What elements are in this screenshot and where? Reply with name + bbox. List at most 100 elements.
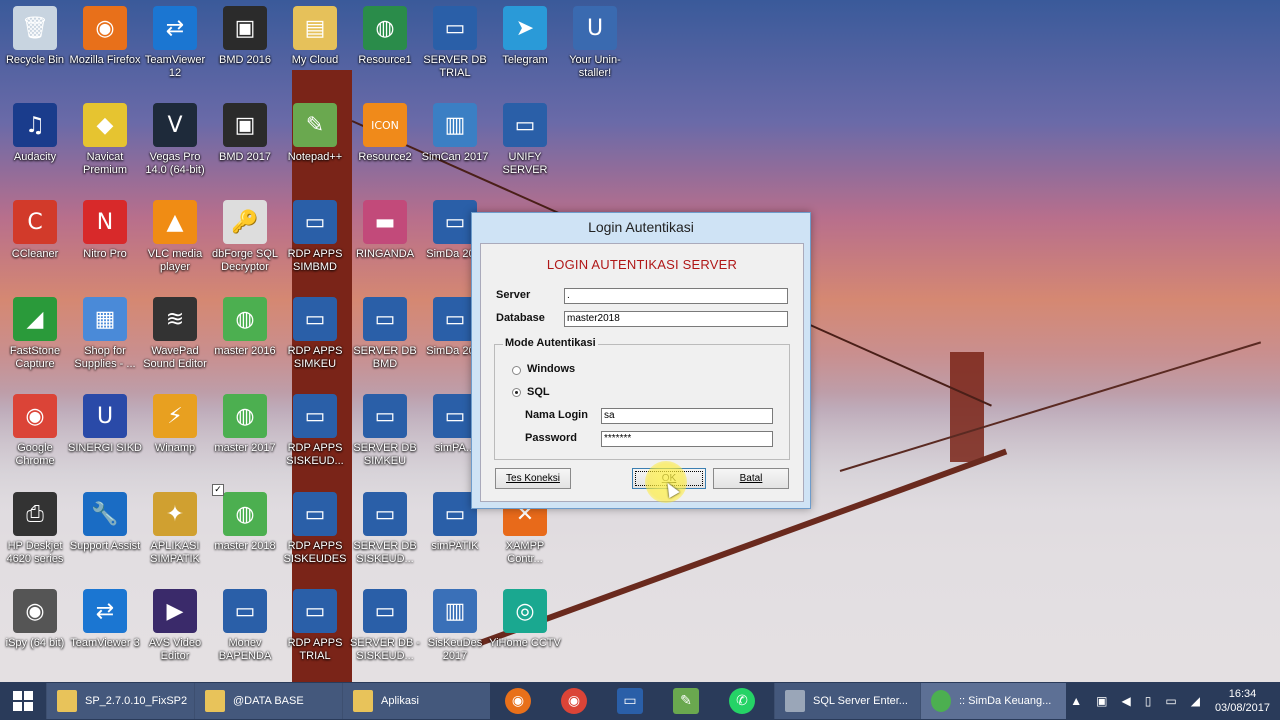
speaker-icon[interactable]: ◀ <box>1122 694 1131 708</box>
desktop-shortcut[interactable]: ▣ BMD 2017 <box>210 97 280 193</box>
desktop-shortcut[interactable]: ⎙ HP Deskjet 4620 series <box>0 486 70 582</box>
printer-icon: ⎙ <box>13 492 57 536</box>
desktop-shortcut[interactable]: C CCleaner <box>0 194 70 290</box>
desktop-shortcut[interactable]: 🔧 Support Assist <box>70 486 140 582</box>
taskbar-pin-whatsapp[interactable]: ✆ <box>714 683 770 719</box>
desktop-shortcut[interactable]: ▭ RDP APPS SIMKEU <box>280 291 350 387</box>
desktop-shortcut[interactable]: ◉ Google Chrome <box>0 388 70 484</box>
desktop-shortcut[interactable]: ◆ Navicat Premium <box>70 97 140 193</box>
taskbar-folder-database[interactable]: @DATA BASE <box>194 683 342 719</box>
folder-icon: ▤ <box>293 6 337 50</box>
desktop-shortcut[interactable]: 🗑 Recycle Bin <box>0 0 70 96</box>
desktop-shortcut-label: RDP APPS TRIAL <box>287 637 343 662</box>
desktop-shortcut[interactable]: ▭ SERVER DB SIMKEU <box>350 388 420 484</box>
desktop-shortcut[interactable]: 🔑 dbForge SQL Decryptor <box>210 194 280 290</box>
taskbar-pin-chrome[interactable]: ◉ <box>546 683 602 719</box>
desktop-shortcut[interactable]: ✦ APLIKASI SIMPATIK <box>140 486 210 582</box>
desktop-shortcut[interactable]: ▭ RDP APPS SISKEUDES <box>280 486 350 582</box>
desktop-shortcut-label: AVS Video Editor <box>148 637 202 662</box>
server-input[interactable]: . <box>564 288 788 304</box>
chevron-up-icon[interactable]: ▲ <box>1070 694 1082 708</box>
desktop-shortcut[interactable]: ▭ SERVER DB BMD <box>350 291 420 387</box>
auth-mode-title: Mode Autentikasi <box>503 337 598 349</box>
ringanda-icon: ▬ <box>363 200 407 244</box>
desktop-shortcut[interactable]: ▭ SERVER DB - SISKEUD... <box>350 583 420 679</box>
taskbar: SP_2.7.0.10_FixSP2 @DATA BASE Aplikasi ◉… <box>0 682 1280 720</box>
dialog-title[interactable]: Login Autentikasi <box>472 213 810 243</box>
taskbar-label: :: SimDa Keuang... <box>959 695 1052 707</box>
taskbar-pin-remote-desktop[interactable]: ▭ <box>602 683 658 719</box>
desktop-shortcut[interactable]: ◍ Resource1 <box>350 0 420 96</box>
taskbar-pin-firefox[interactable]: ◉ <box>490 683 546 719</box>
desktop-shortcut[interactable]: ⚡ Winamp <box>140 388 210 484</box>
globe-icon: ◍ <box>223 492 267 536</box>
desktop-shortcut[interactable]: N Nitro Pro <box>70 194 140 290</box>
winamp-icon: ⚡ <box>153 394 197 438</box>
battery-icon[interactable]: ▯ <box>1145 694 1152 708</box>
taskbar-folder-sp[interactable]: SP_2.7.0.10_FixSP2 <box>46 683 194 719</box>
start-button[interactable] <box>0 682 46 720</box>
taskbar-simda-keuangan[interactable]: :: SimDa Keuang... <box>920 683 1066 719</box>
desktop-shortcut[interactable]: ◍ master 2017 <box>210 388 280 484</box>
desktop-shortcut[interactable]: V Vegas Pro 14.0 (64-bit) <box>140 97 210 193</box>
taskbar-clock[interactable]: 16:34 03/08/2017 <box>1215 687 1270 715</box>
desktop-shortcut[interactable]: ◎ YiHome CCTV <box>489 583 561 679</box>
desktop-shortcut[interactable]: U Your Unin-staller! <box>560 0 630 96</box>
bridge-tower-right <box>950 352 984 462</box>
desktop-shortcut[interactable]: ≋ WavePad Sound Editor <box>140 291 210 387</box>
firefox-icon: ◉ <box>505 688 531 714</box>
desktop-shortcut-label: CCleaner <box>11 248 59 260</box>
desktop-shortcut[interactable]: ⇄ TeamViewer 12 <box>140 0 210 96</box>
desktop-shortcut-label: master 2017 <box>214 442 276 454</box>
desktop-shortcut[interactable]: ◍ ✓ master 2018 <box>210 484 280 582</box>
desktop-shortcut[interactable]: ➤ Telegram <box>490 0 560 96</box>
desktop-shortcut[interactable]: ▥ SisKeuDes 2017 <box>420 583 490 679</box>
desktop-shortcut[interactable]: ▶ AVS Video Editor <box>140 583 210 679</box>
desktop-shortcut[interactable]: ▦ Shop for Supplies - ... <box>70 291 140 387</box>
login-name-input[interactable]: sa <box>601 408 773 424</box>
desktop-shortcut[interactable]: ▭ SERVER DB TRIAL <box>420 0 490 96</box>
desktop-shortcut[interactable]: ▣ BMD 2016 <box>210 0 280 96</box>
sql-radio[interactable] <box>512 388 521 397</box>
desktop-shortcut-label: SisKeuDes 2017 <box>427 637 483 662</box>
desktop-shortcut[interactable]: ▭ RDP APPS TRIAL <box>280 583 350 679</box>
shop-icon: ▦ <box>83 297 127 341</box>
cancel-button[interactable]: Batal <box>713 468 789 489</box>
desktop-shortcut[interactable]: ▭ RDP APPS SISKEUD... <box>280 388 350 484</box>
windows-radio-label[interactable]: Windows <box>527 363 575 375</box>
password-input[interactable]: ******* <box>601 431 773 447</box>
desktop-shortcut[interactable]: ◉ iSpy (64 bit) <box>0 583 70 679</box>
taskbar-folder-aplikasi[interactable]: Aplikasi <box>342 683 490 719</box>
desktop-shortcut[interactable]: ♫ Audacity <box>0 97 70 193</box>
sql-radio-label[interactable]: SQL <box>527 386 550 398</box>
nitro-icon: N <box>83 200 127 244</box>
network-adapter-icon[interactable]: ▣ <box>1096 694 1107 708</box>
desktop-shortcut[interactable]: ◍ master 2016 <box>210 291 280 387</box>
desktop-shortcut[interactable]: ▬ RINGANDA <box>350 194 420 290</box>
desktop-shortcut[interactable]: ▭ RDP APPS SIMBMD <box>280 194 350 290</box>
selection-checkbox[interactable]: ✓ <box>212 484 224 496</box>
taskbar-pin-notepad[interactable]: ✎ <box>658 683 714 719</box>
desktop-shortcut[interactable]: ⇄ TeamViewer 3 <box>70 583 140 679</box>
desktop-shortcut[interactable]: ◢ FastStone Capture <box>0 291 70 387</box>
desktop-shortcut[interactable]: ▲ VLC media player <box>140 194 210 290</box>
desktop-shortcut[interactable]: ▭ UNIFY SERVER <box>490 97 560 193</box>
desktop-shortcut-label: SimCan 2017 <box>421 151 489 163</box>
database-input[interactable]: master2018 <box>564 311 788 327</box>
desktop-shortcut-label: APLIKASI SIMPATIK <box>150 540 200 565</box>
desktop-shortcut[interactable]: ICON Resource2 <box>350 97 420 193</box>
desktop-shortcut[interactable]: ◉ Mozilla Firefox <box>70 0 140 96</box>
desktop-shortcut[interactable]: ▭ Monev BAPENDA <box>210 583 280 679</box>
test-connection-button[interactable]: Tes Koneksi <box>495 468 571 489</box>
desktop-shortcut[interactable]: ▭ SERVER DB SISKEUD... <box>350 486 420 582</box>
windows-radio[interactable] <box>512 366 521 375</box>
desktop-shortcut[interactable]: U SINERGI SIKD <box>68 388 142 484</box>
wifi-signal-icon[interactable]: ◢ <box>1191 694 1200 708</box>
action-center-icon[interactable]: ▭ <box>1165 694 1176 708</box>
desktop-shortcut[interactable]: ▥ SimCan 2017 <box>420 97 490 193</box>
remote-desktop-icon: ▭ <box>293 589 337 633</box>
desktop-shortcut[interactable]: ✎ Notepad++ <box>280 97 350 193</box>
taskbar-sql-server[interactable]: SQL Server Enter... <box>774 683 920 719</box>
desktop-shortcut-label: RDP APPS SISKEUDES <box>283 540 347 565</box>
desktop-shortcut[interactable]: ▤ My Cloud <box>280 0 350 96</box>
